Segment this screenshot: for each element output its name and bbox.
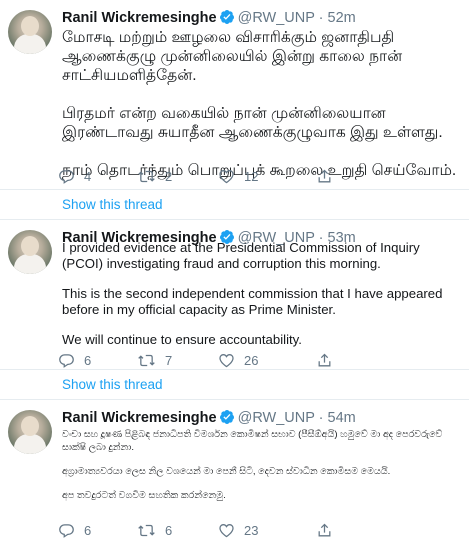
reply-button[interactable]: 4: [58, 167, 91, 185]
tweet-text: වංචා සහ දූෂණ පිළිබඳ ජනාධිපති විමර්ශන කොම…: [62, 428, 459, 502]
share-icon: [316, 168, 333, 185]
retweet-icon: [137, 522, 156, 539]
reply-icon: [58, 522, 75, 539]
author-name[interactable]: Ranil Wickremesinghe: [62, 410, 217, 426]
reply-button[interactable]: 6: [58, 521, 91, 539]
share-button[interactable]: [316, 167, 333, 185]
show-thread-link[interactable]: Show this thread: [0, 190, 469, 220]
reply-icon: [58, 352, 75, 369]
reply-count: 6: [84, 522, 92, 538]
share-button[interactable]: [316, 521, 333, 539]
like-count: 23: [244, 522, 259, 538]
tweet-timestamp[interactable]: 52m: [328, 10, 356, 26]
verified-badge-icon: [219, 9, 235, 30]
retweet-icon: [137, 168, 156, 185]
show-thread-label[interactable]: Show this thread: [62, 197, 163, 212]
share-icon: [316, 522, 333, 539]
like-button[interactable]: 12: [218, 167, 258, 185]
avatar[interactable]: [8, 10, 52, 54]
tweet-actions: 4 2 12: [58, 167, 348, 185]
retweet-button[interactable]: 2: [137, 167, 172, 185]
tweet-paragraph: I provided evidence at the Presidential …: [62, 240, 420, 271]
verified-badge-icon: [219, 409, 235, 430]
tweet-header: Ranil Wickremesinghe @RW_UNP · 52m: [62, 9, 356, 30]
tweet-paragraph: மோசடி மற்றும் ஊழலை விசாரிக்கும் ஜனாதிபதி…: [62, 29, 403, 84]
like-icon: [218, 522, 235, 539]
retweet-icon: [137, 352, 156, 369]
tweet-paragraph: අග්‍රාමාත්‍යවරයා ලෙස නිල වශයෙන් මා පෙනී …: [62, 466, 391, 477]
share-button[interactable]: [316, 351, 333, 369]
share-icon: [316, 352, 333, 369]
author-handle[interactable]: @RW_UNP: [238, 10, 315, 26]
tweet-text: மோசடி மற்றும் ஊழலை விசாரிக்கும் ஜனாதிபதி…: [62, 28, 459, 180]
avatar[interactable]: [8, 230, 52, 274]
like-count: 12: [244, 168, 259, 184]
retweet-count: 2: [165, 168, 173, 184]
tweet[interactable]: Ranil Wickremesinghe @RW_UNP · 52m மோசடி …: [0, 0, 469, 190]
author-handle[interactable]: @RW_UNP: [238, 410, 315, 426]
reply-button[interactable]: 6: [58, 351, 91, 369]
tweet[interactable]: Ranil Wickremesinghe @RW_UNP · 53m I prov…: [0, 220, 469, 370]
tweet-paragraph: This is the second independent commissio…: [62, 286, 443, 317]
like-count: 26: [244, 352, 259, 368]
like-button[interactable]: 26: [218, 351, 258, 369]
reply-icon: [58, 168, 75, 185]
tweet-paragraph: பிரதமர் என்ற வகையில் நான் முன்னிலையான இர…: [62, 105, 443, 141]
tweet[interactable]: Ranil Wickremesinghe @RW_UNP · 54m වංචා ස…: [0, 400, 469, 540]
tweet-actions: 6 6 23: [58, 521, 348, 539]
like-icon: [218, 352, 235, 369]
retweet-count: 7: [165, 352, 173, 368]
author-name[interactable]: Ranil Wickremesinghe: [62, 10, 217, 26]
tweet-paragraph: We will continue to ensure accountabilit…: [62, 332, 302, 347]
reply-count: 4: [84, 168, 92, 184]
show-thread-label[interactable]: Show this thread: [62, 377, 163, 392]
tweet-timestamp[interactable]: 54m: [328, 410, 356, 426]
tweet-paragraph: අප තවදුරටත් වගවීම සහතික කරන්නෙමු.: [62, 490, 226, 501]
show-thread-link[interactable]: Show this thread: [0, 370, 469, 400]
retweet-button[interactable]: 6: [137, 521, 172, 539]
reply-count: 6: [84, 352, 92, 368]
avatar[interactable]: [8, 410, 52, 454]
retweet-button[interactable]: 7: [137, 351, 172, 369]
tweet-actions: 6 7 26: [58, 351, 348, 369]
tweet-paragraph: වංචා සහ දූෂණ පිළිබඳ ජනාධිපති විමර්ශන කොම…: [62, 429, 443, 453]
tweet-text: I provided evidence at the Presidential …: [62, 240, 459, 348]
retweet-count: 6: [165, 522, 173, 538]
like-icon: [218, 168, 235, 185]
tweet-header: Ranil Wickremesinghe @RW_UNP · 54m: [62, 409, 356, 430]
like-button[interactable]: 23: [218, 521, 258, 539]
